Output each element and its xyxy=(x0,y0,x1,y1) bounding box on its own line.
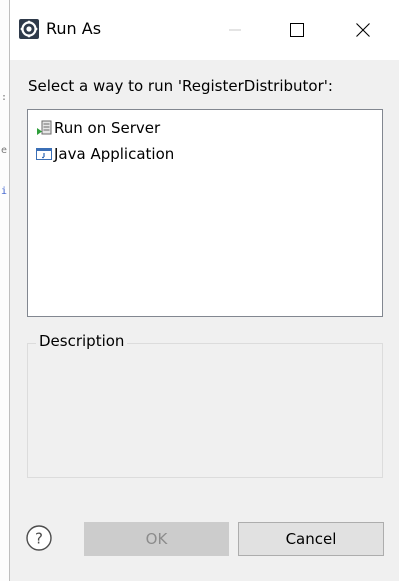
description-group: Description xyxy=(27,332,383,478)
java-application-icon xyxy=(36,148,52,160)
run-mode-prompt: Select a way to run 'RegisterDistributor… xyxy=(28,77,333,95)
server-icon xyxy=(37,120,52,135)
close-icon xyxy=(356,23,370,37)
cancel-button[interactable]: Cancel xyxy=(238,522,384,556)
minimize-button[interactable] xyxy=(212,13,258,47)
maximize-icon xyxy=(290,23,304,37)
ok-button[interactable]: OK xyxy=(84,522,229,556)
launch-options-list[interactable]: Run on Server Java Application xyxy=(27,109,383,317)
window-title: Run As xyxy=(46,19,102,38)
background-editor-glyph: i xyxy=(1,186,8,197)
maximize-button[interactable] xyxy=(274,13,320,47)
list-item-label: Java Application xyxy=(54,145,175,163)
minimize-icon xyxy=(229,29,241,31)
list-item-java-application[interactable]: Java Application xyxy=(36,143,174,165)
list-item-label: Run on Server xyxy=(54,119,161,137)
list-item-run-on-server[interactable]: Run on Server xyxy=(36,117,160,139)
description-label: Description xyxy=(36,332,128,350)
title-bar[interactable]: Run As xyxy=(10,0,399,60)
svg-text:?: ? xyxy=(35,530,43,548)
help-icon[interactable]: ? xyxy=(25,524,53,552)
run-as-dialog: Run As Select a way to run 'RegisterDist… xyxy=(9,0,399,581)
run-as-app-icon xyxy=(19,19,39,39)
background-editor-glyph: : xyxy=(1,92,8,103)
background-editor-glyph: e xyxy=(1,145,8,156)
close-button[interactable] xyxy=(340,13,386,47)
